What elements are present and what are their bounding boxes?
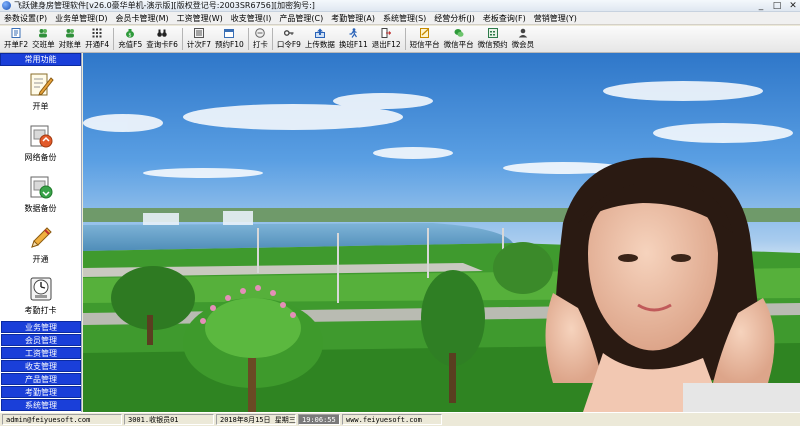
query-card-button[interactable]: 查询卡F6 [144, 26, 180, 52]
activate-shortcut[interactable]: 开通 [6, 225, 76, 276]
status-bar: admin@feiyuesoft.com 3001.收银员01 2018年8月1… [0, 412, 800, 426]
toolbar-separator [181, 28, 183, 50]
window-title: 飞跃健身房管理软件[v26.0豪华单机-演示版][版权登记号:2003SR675… [14, 1, 315, 10]
toolbar-separator [113, 28, 115, 50]
group-wages[interactable]: 工资管理 [1, 347, 81, 359]
document-pen-icon [28, 72, 54, 98]
menu-business-orders[interactable]: 业务单管理(D) [51, 13, 111, 24]
toolbar-separator [271, 28, 273, 50]
menu-system[interactable]: 系统管理(S) [379, 13, 430, 24]
attendance-punch-shortcut[interactable]: 考勤打卡 [6, 276, 76, 327]
wechat-icon [454, 28, 464, 38]
pen-icon [28, 225, 54, 251]
wechat-calendar-icon [487, 28, 498, 38]
open-order-shortcut[interactable]: 开单 [6, 72, 76, 123]
title-bar: 飞跃健身房管理软件[v26.0豪华单机-演示版][版权登记号:2003SR675… [0, 0, 800, 12]
micro-member-button[interactable]: 微会员 [510, 26, 537, 52]
maximize-button[interactable]: □ [772, 1, 782, 11]
grid-icon [92, 28, 102, 38]
data-backup-shortcut[interactable]: 数据备份 [6, 174, 76, 225]
punch-clock-button[interactable]: 打卡 [251, 26, 270, 52]
open-order-button[interactable]: 开单F2 [2, 26, 30, 52]
toolbar: 开单F2 交班单 对账单 开通F4 $ 充值F5 查询卡F6 计次F7 预约F1… [0, 26, 800, 53]
status-website: www.feiyuesoft.com [342, 414, 442, 425]
handover-button[interactable]: 交班单 [30, 26, 57, 52]
svg-text:$: $ [129, 32, 132, 38]
statement-button[interactable]: 对账单 [57, 26, 84, 52]
data-backup-icon [28, 174, 54, 200]
change-shift-button[interactable]: 换班F11 [337, 26, 370, 52]
calendar-icon [224, 28, 235, 38]
recharge-button[interactable]: $ 充值F5 [116, 26, 144, 52]
count-times-button[interactable]: 计次F7 [185, 26, 213, 52]
network-backup-icon [28, 123, 54, 149]
group-members[interactable]: 会员管理 [1, 334, 81, 346]
group-income-expense[interactable]: 收支管理 [1, 360, 81, 372]
wechat-platform-button[interactable]: 微信平台 [442, 26, 476, 52]
activate-button[interactable]: 开通F4 [83, 26, 111, 52]
menu-member-cards[interactable]: 会员卡管理(M) [111, 13, 172, 24]
toolbar-separator [247, 28, 249, 50]
minimize-button[interactable]: _ [756, 1, 766, 11]
network-backup-shortcut[interactable]: 网络备份 [6, 123, 76, 174]
common-functions-list: 开单 网络备份 数据备份 开通 考勤打卡 [0, 66, 81, 327]
reservation-button[interactable]: 预约F10 [213, 26, 246, 52]
group-business[interactable]: 业务管理 [1, 321, 81, 333]
window-controls: _ □ ✕ [756, 1, 798, 11]
status-date: 2018年8月15日 星期三 [216, 414, 296, 425]
sms-platform-button[interactable]: 短信平台 [408, 26, 442, 52]
module-group-list: 业务管理 会员管理 工资管理 收支管理 产品管理 考勤管理 系统管理 [0, 321, 82, 412]
close-button[interactable]: ✕ [788, 1, 798, 11]
people-icon [38, 28, 48, 38]
group-attendance[interactable]: 考勤管理 [1, 386, 81, 398]
menu-products[interactable]: 产品管理(C) [275, 13, 327, 24]
status-operator: 3001.收银员01 [124, 414, 214, 425]
people-icon [65, 28, 75, 38]
menu-business-analysis[interactable]: 经营分析(J) [430, 13, 479, 24]
app-logo-icon [2, 1, 11, 10]
wechat-reservation-button[interactable]: 微信预约 [476, 26, 510, 52]
clock-icon [255, 28, 266, 38]
menu-attendance[interactable]: 考勤管理(A) [327, 13, 379, 24]
list-icon [193, 28, 204, 38]
password-button[interactable]: 口令F9 [275, 26, 303, 52]
form-icon [11, 28, 21, 38]
menu-marketing[interactable]: 营销管理(Y) [530, 13, 581, 24]
money-bag-icon: $ [125, 28, 135, 38]
common-functions-header: 常用功能 [0, 53, 81, 66]
key-icon [283, 28, 294, 38]
time-clock-icon [28, 276, 54, 302]
toolbar-separator [404, 28, 406, 50]
menu-wages[interactable]: 工资管理(W) [173, 13, 227, 24]
upload-icon [314, 28, 325, 38]
member-icon [518, 28, 528, 38]
menu-params[interactable]: 参数设置(P) [0, 13, 51, 24]
exit-button[interactable]: 退出F12 [370, 26, 403, 52]
exit-door-icon [381, 28, 392, 38]
runner-icon [348, 28, 358, 38]
menu-boss-query[interactable]: 老板查询(F) [479, 13, 530, 24]
menu-income-expense[interactable]: 收支管理(I) [227, 13, 276, 24]
sms-icon [419, 28, 430, 38]
upload-data-button[interactable]: 上传数据 [303, 26, 337, 52]
group-system[interactable]: 系统管理 [1, 399, 81, 411]
group-products[interactable]: 产品管理 [1, 373, 81, 385]
menu-bar: 参数设置(P) 业务单管理(D) 会员卡管理(M) 工资管理(W) 收支管理(I… [0, 12, 800, 25]
main-background-image [83, 53, 800, 412]
landscape-picture [83, 81, 800, 412]
binoculars-icon [157, 28, 167, 38]
left-panel: 常用功能 开单 网络备份 数据备份 开通 考勤打卡 业务管理 会员管理 工资管理… [0, 53, 82, 412]
status-time: 19:06:55 [298, 414, 340, 425]
status-email: admin@feiyuesoft.com [2, 414, 122, 425]
